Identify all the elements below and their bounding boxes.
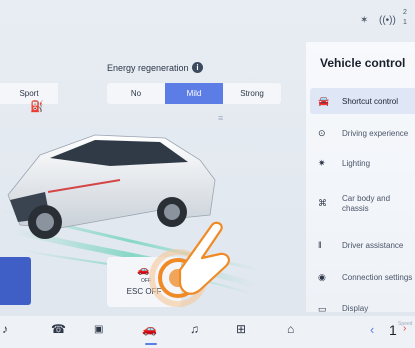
status-time: 2 1: [403, 9, 407, 26]
music-icon[interactable]: ♫: [190, 322, 199, 336]
car-icon[interactable]: 🚗: [142, 322, 157, 336]
phone-icon[interactable]: ☎: [51, 322, 66, 336]
steering-wheel-icon: ⊙: [318, 128, 326, 138]
hood-icon[interactable]: ⛽: [30, 100, 44, 113]
nav-item-shortcut-control[interactable]: 🚘 Shortcut control: [310, 88, 415, 114]
nav-item-driver-assistance[interactable]: ‖ Driver assistance: [310, 232, 415, 258]
nav-item-lighting[interactable]: ✷ Lighting: [310, 150, 415, 176]
driver-assist-icon: ‖: [318, 240, 322, 250]
chevron-left-icon[interactable]: ‹: [370, 322, 374, 337]
display-icon: ▭: [318, 304, 327, 314]
volume-icon[interactable]: ♪: [2, 322, 8, 336]
nav-item-driving-experience[interactable]: ⊙ Driving experience: [310, 120, 415, 146]
info-icon[interactable]: i: [192, 62, 203, 73]
light-icon: ✷: [318, 158, 326, 168]
panel-title: Vehicle control: [320, 56, 406, 70]
camera-360-icon[interactable]: ▣: [94, 324, 103, 335]
bluetooth-icon[interactable]: ✶: [360, 15, 368, 26]
nav-item-display[interactable]: ▭ Display: [310, 298, 415, 314]
home-icon[interactable]: ⌂: [287, 322, 294, 336]
speed-value: 1: [389, 322, 397, 338]
dock-active-indicator: [145, 343, 157, 345]
nav-item-connection-settings[interactable]: ◉ Connection settings: [310, 264, 415, 290]
connection-icon: ◉: [318, 272, 326, 282]
chevron-right-icon[interactable]: ›: [403, 323, 406, 334]
left-partial-card[interactable]: [0, 257, 31, 305]
apps-icon[interactable]: ⊞: [236, 322, 246, 336]
car-icon: 🚘: [318, 96, 330, 106]
vehicle-control-screen: ✶ ((•)) 2 1 Energy regeneration i Sport …: [0, 0, 415, 348]
nav-item-car-body-chassis[interactable]: ⌘ Car body and chassis: [310, 190, 415, 220]
chassis-icon: ⌘: [318, 198, 327, 208]
signal-icon[interactable]: ((•)): [379, 15, 396, 26]
tap-hint-icon: [149, 221, 230, 307]
energy-regeneration-title: Energy regeneration: [107, 63, 189, 73]
headlight-icon[interactable]: ≡: [218, 113, 223, 123]
